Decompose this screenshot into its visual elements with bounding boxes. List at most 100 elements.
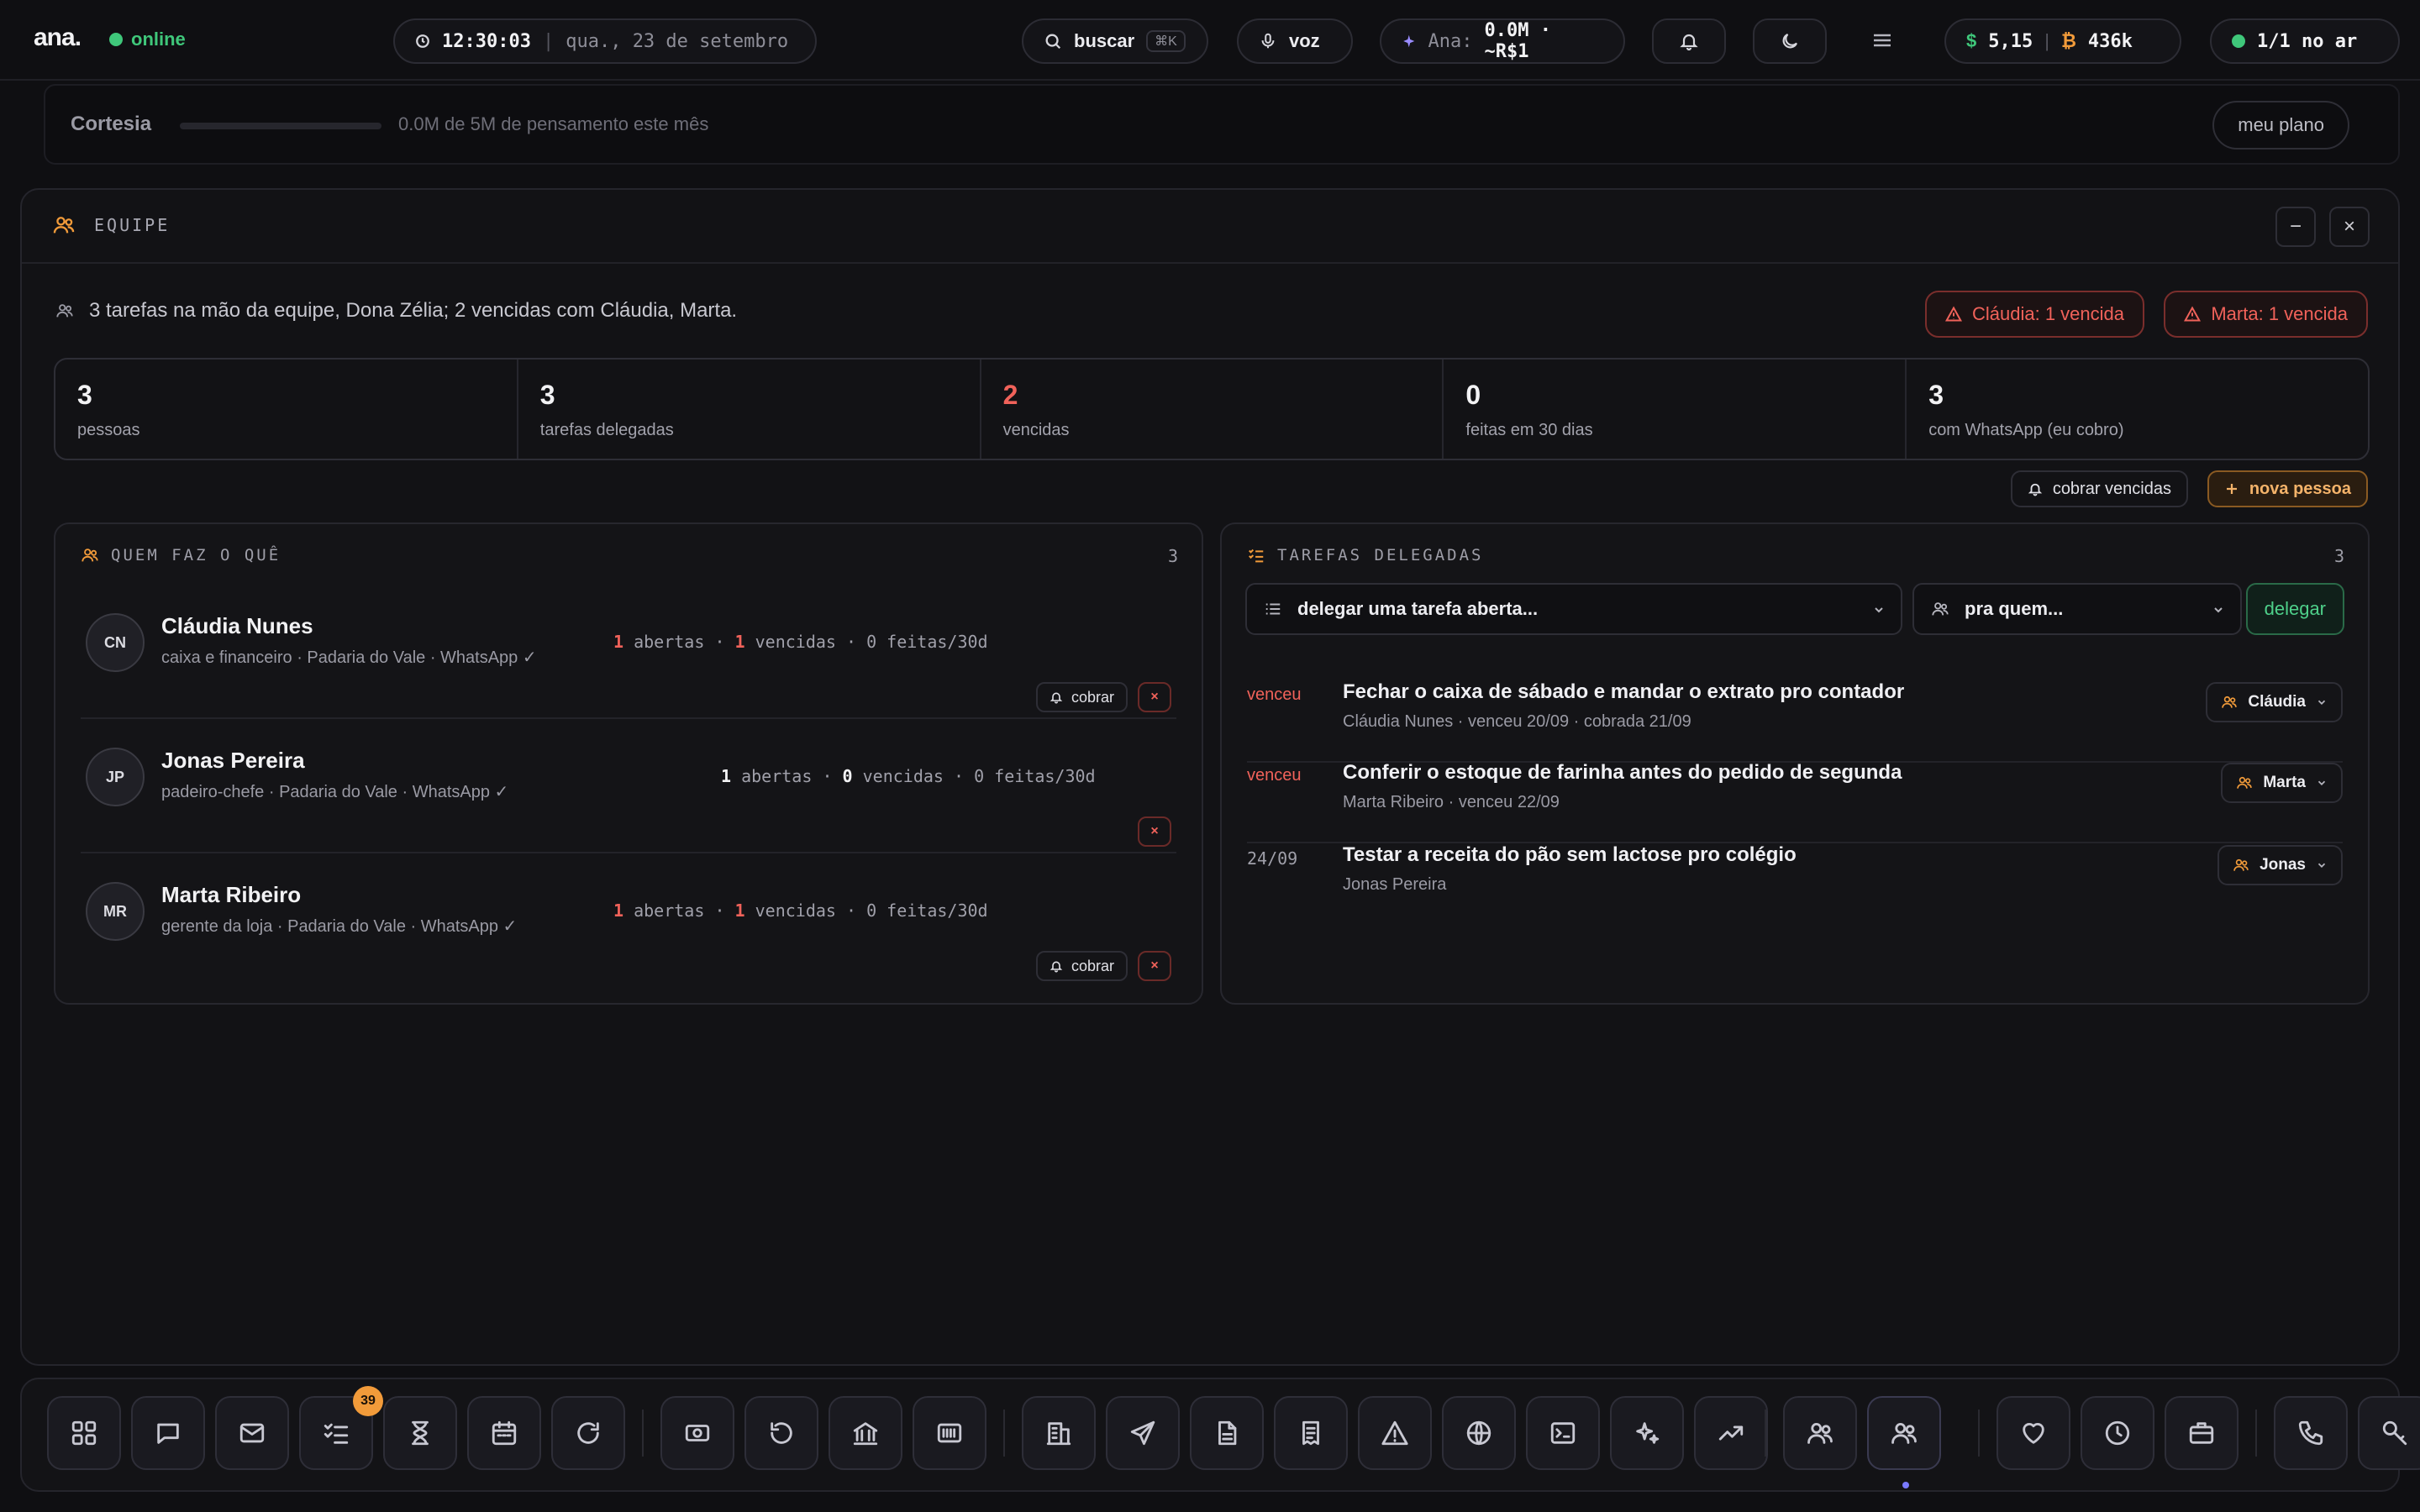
alert-marta[interactable]: Marta: 1 vencida	[2164, 291, 2368, 338]
dock-button-globe[interactable]	[1442, 1396, 1516, 1470]
plan-usage-text: 0.0M de 5M de pensamento este mês	[398, 113, 709, 134]
stat-label: tarefas delegadas	[539, 421, 674, 439]
dock-button-refresh[interactable]	[551, 1396, 625, 1470]
clock-pill[interactable]: 12:30:03 | qua., 23 de setembro	[393, 18, 817, 64]
dock-button-team-active[interactable]	[1867, 1396, 1941, 1488]
clock-icon	[2105, 1420, 2130, 1446]
dock-button-barcode[interactable]	[913, 1396, 986, 1470]
person-row[interactable]: CN Cláudia Nunes caixa e financeiro · Pa…	[55, 591, 1202, 717]
chevron-down-icon	[2317, 863, 2326, 868]
delegate-button[interactable]: delegar	[2245, 583, 2344, 635]
task-row[interactable]: venceu Conferir o estoque de farinha ant…	[1222, 756, 2368, 833]
menu-button[interactable]	[1870, 30, 1894, 50]
dock-button-warning[interactable]	[1358, 1396, 1432, 1470]
phone-icon	[2298, 1420, 2323, 1446]
minimize-button[interactable]: −	[2275, 207, 2316, 247]
voice-button[interactable]: voz	[1237, 18, 1353, 64]
dock-button-phone[interactable]	[2274, 1396, 2348, 1470]
person-desc: caixa e financeiro · Padaria do Vale · W…	[161, 648, 537, 667]
avatar: CN	[86, 613, 145, 672]
notifications-button[interactable]	[1652, 18, 1726, 64]
alert-label: Marta: 1 vencida	[2211, 303, 2348, 324]
dock-button-chat[interactable]	[131, 1396, 205, 1470]
dock-button-terminal[interactable]	[1526, 1396, 1600, 1470]
dock-button-sparkles[interactable]	[1610, 1396, 1684, 1470]
feitas-count: 0 feitas/30d	[866, 900, 988, 921]
assignee-dropdown[interactable]: Cláudia	[2206, 682, 2343, 722]
app-logo[interactable]: ana.	[34, 24, 82, 52]
cobrar-vencidas-button[interactable]: cobrar vencidas	[2010, 470, 2188, 507]
dock-button-rotate[interactable]	[744, 1396, 818, 1470]
cobrar-button[interactable]: cobrar	[1035, 682, 1128, 712]
dock-button-send[interactable]	[1106, 1396, 1180, 1470]
dock-button-heart[interactable]	[1996, 1396, 2070, 1470]
mail-icon	[239, 1423, 265, 1443]
bell-icon	[1680, 34, 1698, 51]
dock-button-money[interactable]	[660, 1396, 734, 1470]
ana-usage-pill[interactable]: Ana: 0.0M · ~R$1	[1380, 18, 1625, 64]
rotate-icon	[771, 1422, 792, 1444]
nova-pessoa-button[interactable]: nova pessoa	[2207, 470, 2368, 507]
team-icon	[52, 213, 76, 237]
dock-button-briefcase[interactable]	[2165, 1396, 2238, 1470]
remove-person-button[interactable]: ×	[1138, 951, 1171, 981]
dock-button-team[interactable]	[1783, 1396, 1857, 1470]
task-title: Conferir o estoque de farinha antes do p…	[1343, 761, 1902, 784]
assignee-dropdown[interactable]: Marta	[2221, 763, 2343, 803]
live-status-pill[interactable]: 1/1 no ar	[2210, 18, 2400, 64]
task-status: 24/09	[1247, 848, 1298, 869]
menu-icon	[1874, 34, 1891, 47]
receipt-icon	[1302, 1420, 1319, 1446]
button-label: cobrar vencidas	[2052, 479, 2171, 498]
person-row[interactable]: MR Marta Ribeiro gerente da loja · Padar…	[55, 860, 1202, 986]
person-name: Marta Ribeiro	[161, 882, 302, 907]
bell-icon	[1050, 692, 1063, 704]
dock-button-tasks[interactable]: 39	[299, 1386, 383, 1470]
assignee-name: Jonas	[2260, 856, 2306, 874]
assignee-dropdown[interactable]: Jonas	[2217, 845, 2343, 885]
dock-button-building[interactable]	[1022, 1396, 1096, 1470]
document-icon	[1218, 1420, 1237, 1446]
vencidas-word: vencidas	[755, 632, 836, 652]
balance-pill[interactable]: $ 5,15 | ₿ 436k	[1944, 18, 2181, 64]
task-select[interactable]: delegar uma tarefa aberta...	[1245, 583, 1902, 635]
card-title: QUEM FAZ O QUÊ	[111, 546, 281, 564]
dock-button-clock[interactable]	[2081, 1396, 2154, 1470]
team-summary: 3 tarefas na mão da equipe, Dona Zélia; …	[55, 299, 737, 323]
remove-person-button[interactable]: ×	[1138, 816, 1171, 847]
my-plan-button[interactable]: meu plano	[2212, 101, 2349, 150]
clock-separator: |	[542, 30, 555, 52]
close-button[interactable]: ×	[2329, 207, 2370, 247]
tasks-icon	[1247, 546, 1265, 564]
dock-button-receipt[interactable]	[1274, 1396, 1348, 1470]
assignee-name: Marta	[2263, 774, 2306, 791]
search-button[interactable]: buscar ⌘K	[1022, 18, 1208, 64]
stat-label: feitas em 30 dias	[1465, 421, 1593, 439]
task-row[interactable]: 24/09 Testar a receita do pão sem lactos…	[1222, 838, 2368, 916]
cobrar-button[interactable]: cobrar	[1035, 951, 1128, 981]
alert-claudia[interactable]: Cláudia: 1 vencida	[1924, 291, 2144, 338]
bell-icon	[1050, 961, 1063, 973]
dock-button-calendar[interactable]	[467, 1396, 541, 1470]
dock-button-grid[interactable]	[47, 1396, 121, 1470]
voice-label: voz	[1289, 30, 1320, 51]
clock-date: qua., 23 de setembro	[566, 30, 789, 52]
dock-button-mail[interactable]	[215, 1396, 289, 1470]
balance-btc: 436k	[2087, 30, 2133, 52]
card-title: TAREFAS DELEGADAS	[1277, 546, 1484, 564]
remove-person-button[interactable]: ×	[1138, 682, 1171, 712]
button-label: cobrar	[1071, 688, 1114, 706]
theme-toggle-button[interactable]	[1753, 18, 1827, 64]
person-row[interactable]: JP Jonas Pereira padeiro-chefe · Padaria…	[55, 726, 1202, 852]
dock-button-hourglass[interactable]	[383, 1396, 457, 1470]
card-count: 3	[1167, 546, 1178, 566]
task-row[interactable]: venceu Fechar o caixa de sábado e mandar…	[1222, 675, 2368, 753]
dock-button-key[interactable]	[2358, 1396, 2420, 1470]
dock-button-document[interactable]	[1190, 1396, 1264, 1470]
person-select[interactable]: pra quem...	[1912, 583, 2242, 635]
abertas-word: abertas	[741, 766, 813, 786]
chat-icon	[157, 1423, 179, 1444]
chevron-down-icon	[1875, 607, 1883, 613]
dock-button-trending[interactable]	[1694, 1396, 1768, 1470]
dock-button-bank[interactable]	[829, 1396, 902, 1470]
